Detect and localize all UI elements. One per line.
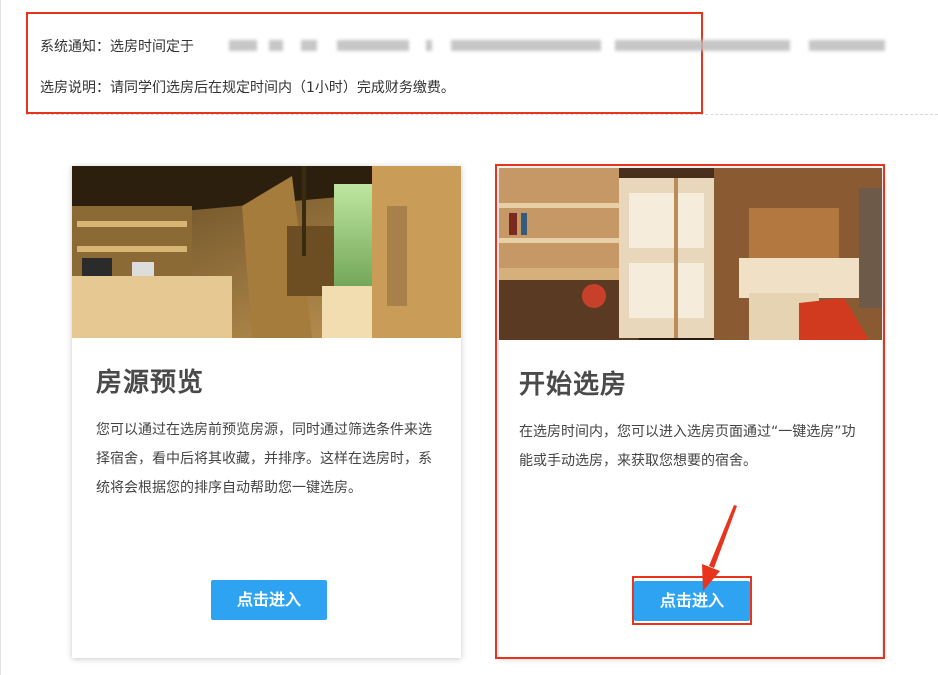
notice-schedule: 系统通知：选房时间定于 <box>40 39 194 55</box>
enter-selection-button[interactable]: 点击进入 <box>634 581 750 621</box>
system-notice-box: 系统通知：选房时间定于 选房说明：请同学们选房后在规定时间内（1小时）完成财务缴… <box>26 12 885 114</box>
page-left-border <box>0 0 1 675</box>
section-divider <box>26 114 938 115</box>
card-description: 在选房时间内，您可以进入选房页面通过“一键选房”功能或手动选房，来获取您想要的宿… <box>519 424 856 469</box>
start-selection-card: 开始选房 在选房时间内，您可以进入选房页面通过“一键选房”功能或手动选房，来获取… <box>499 168 882 658</box>
card-description: 您可以通过在选房前预览房源，同时通过筛选条件来选择宿舍，看中后将其收藏，并排序。… <box>96 422 432 496</box>
notice-instructions: 选房说明：请同学们选房后在规定时间内（1小时）完成财务缴费。 <box>40 80 455 96</box>
card-title: 房源预览 <box>96 368 205 398</box>
loft-dorm-photo <box>72 166 461 338</box>
redacted-schedule-text <box>229 37 889 54</box>
preview-rooms-card: 房源预览 您可以通过在选房前预览房源，同时通过筛选条件来选择宿舍，看中后将其收藏… <box>72 166 461 658</box>
bunk-dorm-photo <box>499 168 882 340</box>
enter-preview-button[interactable]: 点击进入 <box>211 580 327 620</box>
card-title: 开始选房 <box>519 370 628 400</box>
